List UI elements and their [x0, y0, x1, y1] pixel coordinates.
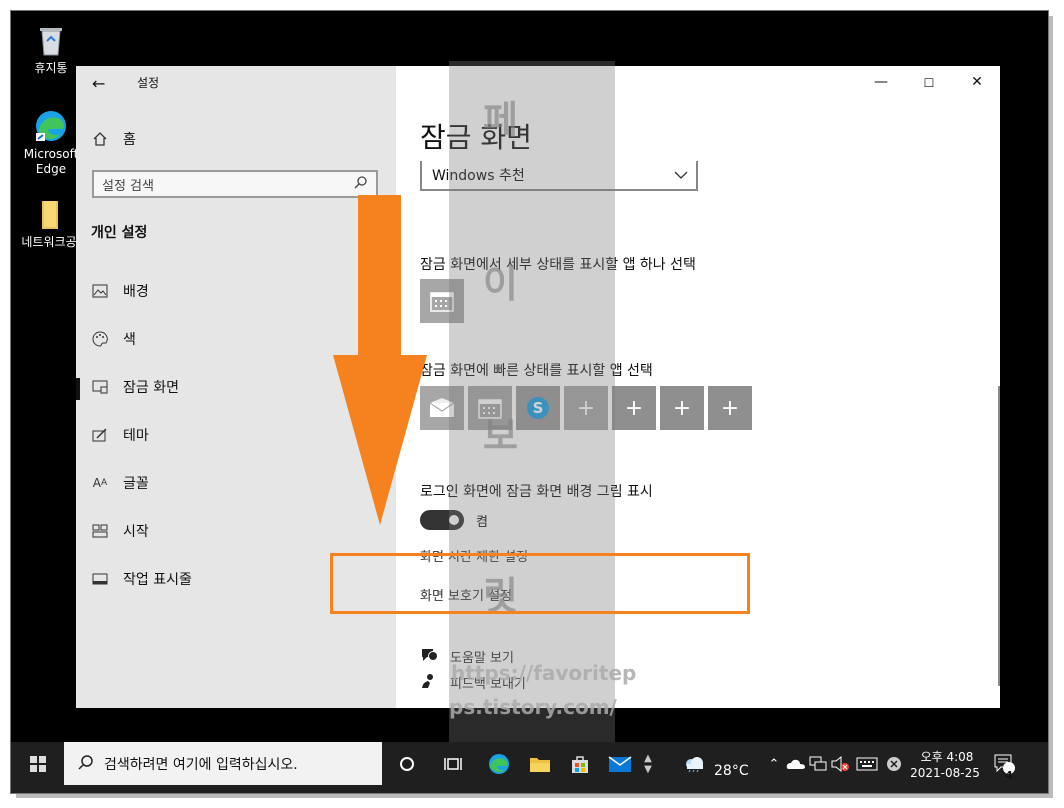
- window-title: 설정: [137, 76, 160, 90]
- picture-icon: [91, 283, 109, 299]
- settings-search-input[interactable]: 설정 검색: [92, 170, 378, 198]
- desktop-icon-label: 휴지통: [34, 61, 68, 75]
- cortana-icon[interactable]: [394, 752, 420, 776]
- search-placeholder: 설정 검색: [102, 178, 154, 194]
- sidebar-item-label: 글꼴: [123, 476, 149, 492]
- selection-indicator: [76, 378, 80, 400]
- ime-close-icon[interactable]: [881, 752, 907, 776]
- sidebar-item-label: 색: [123, 332, 136, 348]
- lock-screen-icon: [91, 379, 109, 395]
- sidebar-item-label: 배경: [123, 284, 149, 300]
- sidebar-item-label: 잠금 화면: [123, 380, 179, 396]
- desktop-icon-label: 네트워크공: [21, 235, 77, 249]
- maximize-button[interactable]: ☐: [914, 76, 944, 90]
- search-icon: [78, 754, 94, 774]
- clock-time[interactable]: 오후 4:08: [915, 748, 979, 765]
- volume-muted-icon[interactable]: [827, 752, 853, 776]
- desktop-screen: 휴지통 Microsoft Edge 네트워크공 ← 설정 홈 설정 검색 개인…: [10, 10, 1049, 794]
- watermark-char: 보: [483, 414, 518, 458]
- back-arrow-icon[interactable]: ←: [92, 74, 105, 93]
- folder-icon: [32, 197, 66, 231]
- quick-app-add-tile[interactable]: +: [612, 386, 656, 430]
- orange-arrow-annotation: [333, 195, 427, 525]
- sidebar-item-label: 테마: [123, 428, 149, 444]
- sidebar-item-label: 홈: [123, 132, 136, 148]
- desktop-icon-network[interactable]: 네트워크공: [17, 197, 81, 250]
- desktop-icon-label: Microsoft Edge: [23, 147, 79, 176]
- desktop-icon-edge[interactable]: Microsoft Edge: [19, 109, 83, 177]
- plus-icon: +: [720, 395, 740, 421]
- feedback-icon: [420, 673, 436, 693]
- desktop-icon-recycle-bin[interactable]: 휴지통: [19, 23, 83, 76]
- clock-date[interactable]: 2021-08-25: [908, 766, 982, 780]
- sidebar-item-label: 시작: [123, 524, 149, 540]
- sidebar-item-background[interactable]: 배경: [91, 280, 149, 302]
- close-button[interactable]: ✕: [962, 74, 992, 90]
- weather-temp: 28°C: [714, 763, 749, 779]
- taskbar: 검색하려면 여기에 입력하십시오. ▲ ▼ 28°C ⌃ 오후 4:08 2021…: [11, 742, 1048, 793]
- store-icon[interactable]: [567, 752, 593, 776]
- sidebar-item-fonts[interactable]: AA 글꼴: [91, 472, 149, 494]
- plus-icon: +: [624, 395, 644, 421]
- sidebar-item-themes[interactable]: 테마: [91, 424, 149, 446]
- watermark-char: 이: [483, 262, 518, 306]
- recycle-bin-icon: [34, 23, 68, 57]
- watermark-url: https://favoritep: [451, 661, 637, 685]
- quick-app-add-tile[interactable]: +: [660, 386, 704, 430]
- task-view-icon[interactable]: [440, 752, 466, 776]
- chevron-down-icon: [674, 167, 688, 183]
- mail-icon[interactable]: [607, 752, 633, 776]
- taskbar-icon: [91, 571, 109, 587]
- home-icon: [91, 131, 109, 147]
- keyboard-icon[interactable]: [854, 752, 880, 776]
- notification-count-badge: 4: [1005, 769, 1013, 782]
- watermark-char: 페: [483, 98, 518, 142]
- edge-icon[interactable]: [486, 752, 512, 776]
- plus-icon: +: [672, 395, 692, 421]
- highlight-box-annotation: [330, 553, 750, 614]
- sidebar-item-home[interactable]: 홈: [91, 128, 136, 150]
- file-explorer-icon[interactable]: [527, 752, 553, 776]
- quick-app-add-tile[interactable]: +: [708, 386, 752, 430]
- search-placeholder: 검색하려면 여기에 입력하십시오.: [104, 756, 298, 773]
- sidebar-item-taskbar[interactable]: 작업 표시줄: [91, 568, 192, 590]
- section-title: 개인 설정: [91, 225, 148, 241]
- sidebar-item-label: 작업 표시줄: [123, 572, 192, 588]
- sidebar-item-color[interactable]: 색: [91, 328, 136, 350]
- taskbar-search-input[interactable]: 검색하려면 여기에 입력하십시오.: [64, 742, 382, 785]
- palette-icon: [91, 331, 109, 347]
- font-icon: AA: [92, 476, 108, 490]
- search-icon: [354, 175, 368, 193]
- scrollbar[interactable]: [998, 386, 1000, 686]
- minimize-button[interactable]: —: [866, 74, 896, 90]
- sidebar-item-start[interactable]: 시작: [91, 520, 149, 542]
- windows-start-icon[interactable]: [25, 752, 51, 776]
- taskbar-scroll-arrows-icon[interactable]: ▲ ▼: [638, 752, 658, 776]
- watermark-url: ps.tistory.com/: [449, 695, 617, 719]
- edge-icon: [34, 109, 68, 143]
- help-icon: [420, 647, 438, 667]
- watermark-band: [449, 61, 615, 751]
- start-tiles-icon: [91, 523, 109, 539]
- weather-cloud-icon[interactable]: [681, 752, 707, 776]
- sidebar-item-lock-screen[interactable]: 잠금 화면: [91, 376, 179, 398]
- theme-brush-icon: [91, 427, 109, 443]
